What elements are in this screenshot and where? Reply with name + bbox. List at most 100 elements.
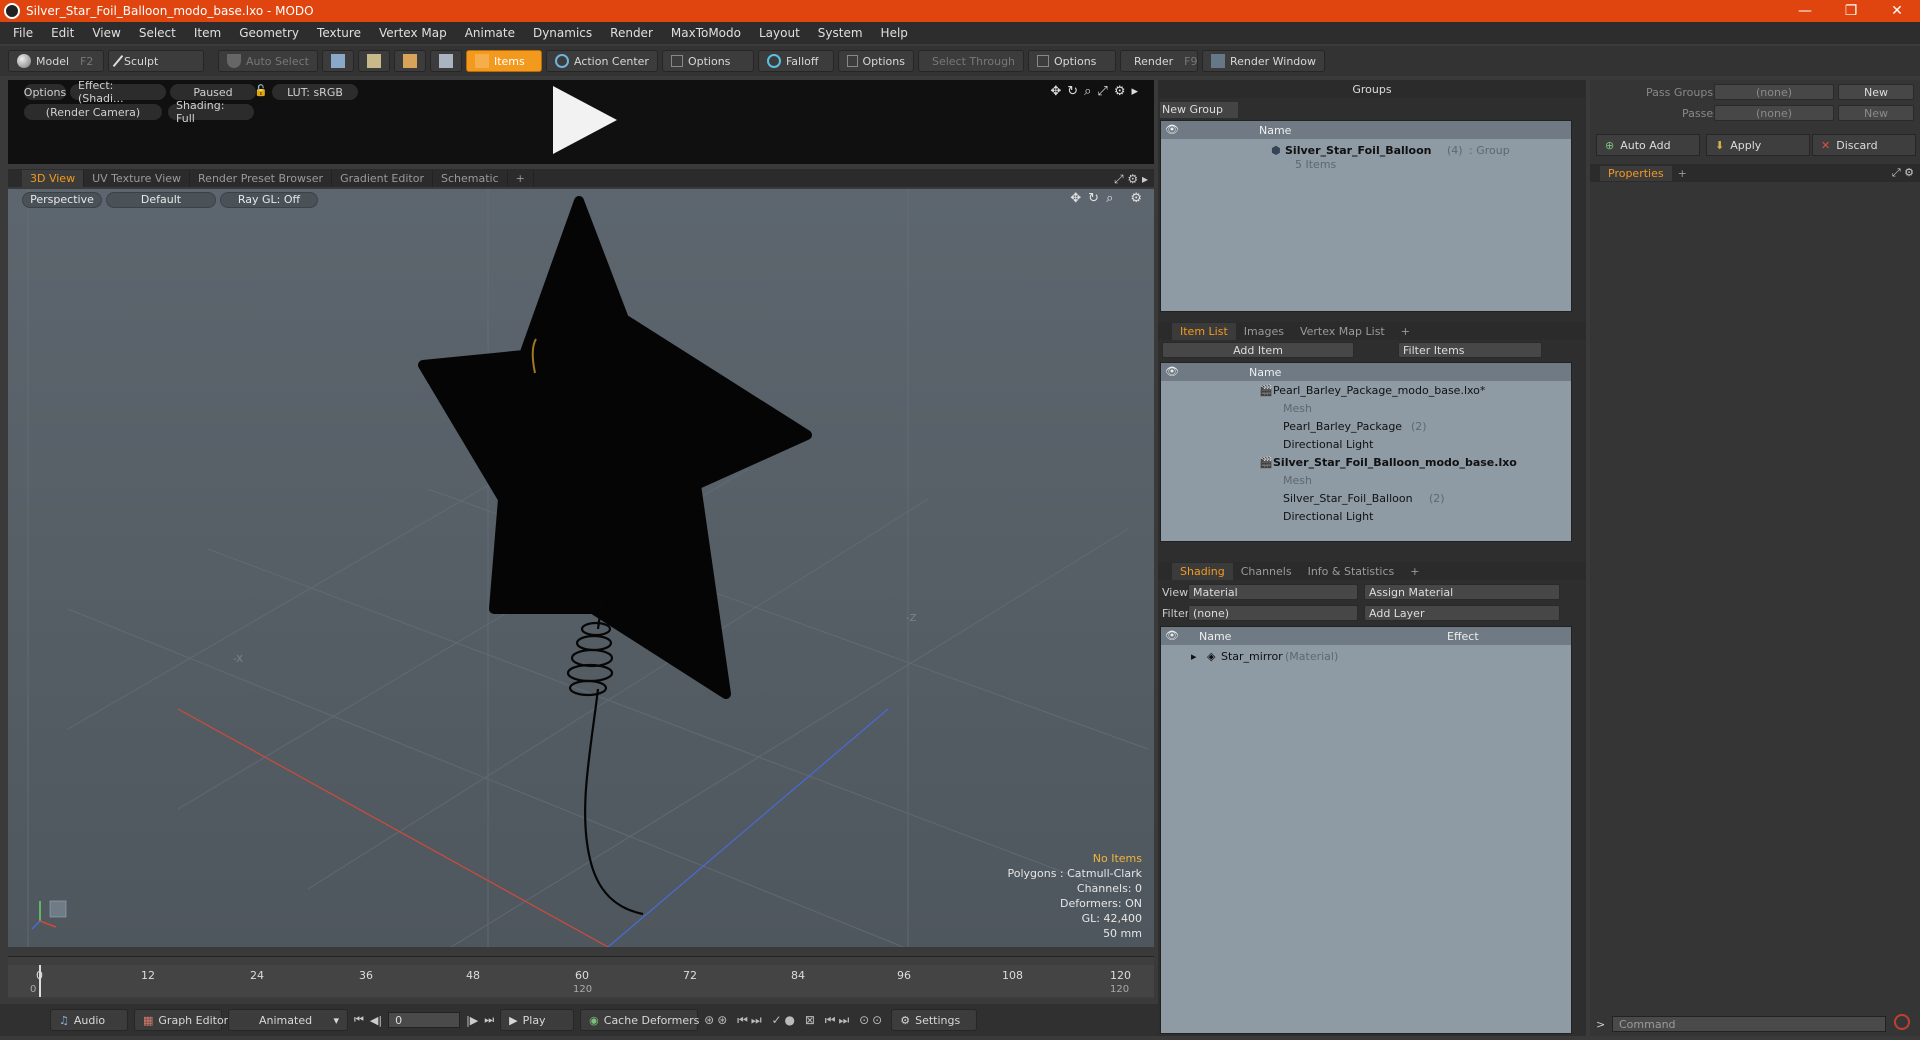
list-item[interactable]: Directional Light	[1161, 507, 1571, 525]
preview-paused-button[interactable]: Paused	[170, 84, 256, 100]
list-item[interactable]: Mesh	[1161, 471, 1571, 489]
menu-vertex-map[interactable]: Vertex Map	[370, 26, 456, 40]
sculpt-button[interactable]: Sculpt	[108, 50, 204, 72]
arrow-right-icon[interactable]: ▸	[1131, 84, 1138, 99]
items-mode-button[interactable]: Items	[465, 50, 542, 72]
move-icon[interactable]: ✥	[1070, 191, 1081, 206]
add-layer-dropdown[interactable]: Add Layer	[1364, 605, 1560, 621]
tab-item-list[interactable]: Item List	[1172, 323, 1236, 340]
new-pass-button[interactable]: New	[1838, 105, 1914, 121]
expand-arrow-icon[interactable]: ▸	[1191, 650, 1197, 663]
pass-groups-dropdown[interactable]: (none)	[1714, 84, 1834, 100]
skip-start-icon[interactable]: ⏮	[354, 1013, 364, 1027]
model-mode-button[interactable]: Model F2	[8, 50, 104, 72]
action-center-options-button[interactable]: Options	[661, 50, 754, 72]
auto-select-button[interactable]: Auto Select	[218, 50, 318, 72]
skip-end-icon[interactable]: ⏭	[484, 1013, 494, 1027]
tab-schematic[interactable]: Schematic	[433, 170, 508, 187]
render-window-button[interactable]: Render Window	[1201, 50, 1325, 72]
polygons-mode-button[interactable]	[393, 50, 426, 72]
key-tools-icon[interactable]: ⊛⊛ ⏮⏭ ✓● ⊠ ⏮⏭ ⊙⊙	[704, 1013, 885, 1028]
assign-material-button[interactable]: Assign Material	[1364, 584, 1560, 600]
select-through-options-button[interactable]: Options	[1027, 50, 1116, 72]
raygl-dropdown[interactable]: Ray GL: Off	[220, 192, 318, 208]
tab-3d-view[interactable]: 3D View	[22, 170, 85, 187]
expand-icon[interactable]: ⤢ ⚙ ▸	[1114, 172, 1148, 187]
falloff-options-button[interactable]: Options	[837, 50, 914, 72]
expand-icon[interactable]: ⤢ ⚙	[1892, 166, 1914, 180]
tab-images[interactable]: Images	[1236, 323, 1292, 340]
move-icon[interactable]: ✥	[1050, 84, 1061, 99]
perspective-dropdown[interactable]: Perspective	[22, 192, 102, 208]
menu-item[interactable]: Item	[185, 26, 230, 40]
play-preview-icon[interactable]	[553, 86, 617, 154]
preview-effect-dropdown[interactable]: Effect: (Shadi...	[70, 79, 166, 105]
preview-options-button[interactable]: Options	[24, 84, 66, 100]
list-item[interactable]: Pearl_Barley_Package (2)	[1161, 417, 1571, 435]
command-input[interactable]: Command	[1612, 1016, 1886, 1032]
default-shading-dropdown[interactable]: Default	[106, 192, 216, 208]
discard-button[interactable]: ✕ Discard	[1812, 134, 1916, 156]
tab-info-statistics[interactable]: Info & Statistics	[1300, 563, 1403, 580]
menu-texture[interactable]: Texture	[308, 26, 370, 40]
new-group-button[interactable]: New Group	[1160, 102, 1238, 118]
preview-shading-dropdown[interactable]: Shading: Full	[168, 99, 254, 125]
falloff-button[interactable]: Falloff	[757, 50, 834, 72]
step-forward-icon[interactable]: |▶	[466, 1014, 478, 1027]
list-item[interactable]: Mesh	[1161, 399, 1571, 417]
close-button[interactable]: ✕	[1874, 3, 1920, 19]
expand-icon[interactable]: ⤢	[1097, 84, 1107, 99]
timeline[interactable]: 0 12 24 36 48 60 72 84 96 108 120 0 120 …	[8, 956, 1154, 998]
add-tab-button[interactable]: +	[1402, 563, 1427, 580]
menu-maxtomodo[interactable]: MaxToModo	[662, 26, 750, 40]
lock-icon[interactable]: 🔓	[254, 84, 268, 97]
record-icon[interactable]	[1894, 1014, 1910, 1030]
zoom-icon[interactable]: ⌕	[1106, 191, 1113, 206]
add-tab-button[interactable]: +	[508, 170, 534, 187]
play-button[interactable]: ▶ Play	[500, 1009, 575, 1031]
tab-vertex-map-list[interactable]: Vertex Map List	[1292, 323, 1393, 340]
auto-add-button[interactable]: ⊕ Auto Add	[1596, 134, 1700, 156]
maximize-button[interactable]: ❐	[1828, 3, 1874, 19]
add-item-dropdown[interactable]: Add Item	[1162, 342, 1354, 358]
cache-deformers-button[interactable]: ◉ Cache Deformers	[580, 1009, 699, 1031]
menu-help[interactable]: Help	[872, 26, 917, 40]
add-tab-button[interactable]: +	[1393, 323, 1418, 340]
list-item[interactable]: Directional Light	[1161, 435, 1571, 453]
list-item[interactable]: Silver_Star_Foil_Balloon (2)	[1161, 489, 1571, 507]
step-back-icon[interactable]: ◀|	[370, 1014, 382, 1027]
settings-button[interactable]: ⚙ Settings	[891, 1009, 978, 1031]
materials-mode-button[interactable]	[429, 50, 462, 72]
list-item[interactable]: 🎬 Pearl_Barley_Package_modo_base.lxo*	[1161, 381, 1571, 399]
tab-shading[interactable]: Shading	[1172, 563, 1233, 580]
gear-icon[interactable]: ⚙	[1130, 191, 1142, 206]
minimize-button[interactable]: —	[1782, 3, 1828, 19]
add-tab-button[interactable]: +	[1678, 167, 1687, 180]
menu-render[interactable]: Render	[601, 26, 662, 40]
menu-geometry[interactable]: Geometry	[230, 26, 308, 40]
menu-select[interactable]: Select	[130, 26, 185, 40]
new-pass-group-button[interactable]: New	[1838, 84, 1914, 100]
rotate-icon[interactable]: ↻	[1088, 191, 1099, 206]
animated-dropdown[interactable]: Animated ▾	[228, 1009, 348, 1031]
audio-button[interactable]: ♫ Audio	[50, 1009, 128, 1031]
rotate-icon[interactable]: ↻	[1067, 84, 1078, 99]
preview-lut-dropdown[interactable]: LUT: sRGB	[272, 84, 358, 100]
preview-camera-dropdown[interactable]: (Render Camera)	[24, 104, 162, 120]
menu-view[interactable]: View	[83, 26, 129, 40]
render-button[interactable]: Render F9	[1119, 50, 1198, 72]
zoom-icon[interactable]: ⌕	[1084, 84, 1091, 99]
tab-render-preset-browser[interactable]: Render Preset Browser	[190, 170, 333, 187]
list-item[interactable]: 🎬 Silver_Star_Foil_Balloon_modo_base.lxo	[1161, 453, 1571, 471]
filter-dropdown[interactable]: (none)	[1188, 605, 1358, 621]
menu-layout[interactable]: Layout	[750, 26, 809, 40]
gear-icon[interactable]: ⚙	[1114, 84, 1126, 99]
filter-items-field[interactable]: Filter Items	[1398, 342, 1542, 358]
playhead[interactable]	[39, 965, 41, 997]
select-through-button[interactable]: Select Through	[917, 50, 1024, 72]
menu-animate[interactable]: Animate	[456, 26, 524, 40]
menu-system[interactable]: System	[809, 26, 872, 40]
tab-properties[interactable]: Properties	[1600, 165, 1672, 181]
tab-uv-texture-view[interactable]: UV Texture View	[84, 170, 191, 187]
current-frame-field[interactable]: 0	[388, 1012, 461, 1028]
